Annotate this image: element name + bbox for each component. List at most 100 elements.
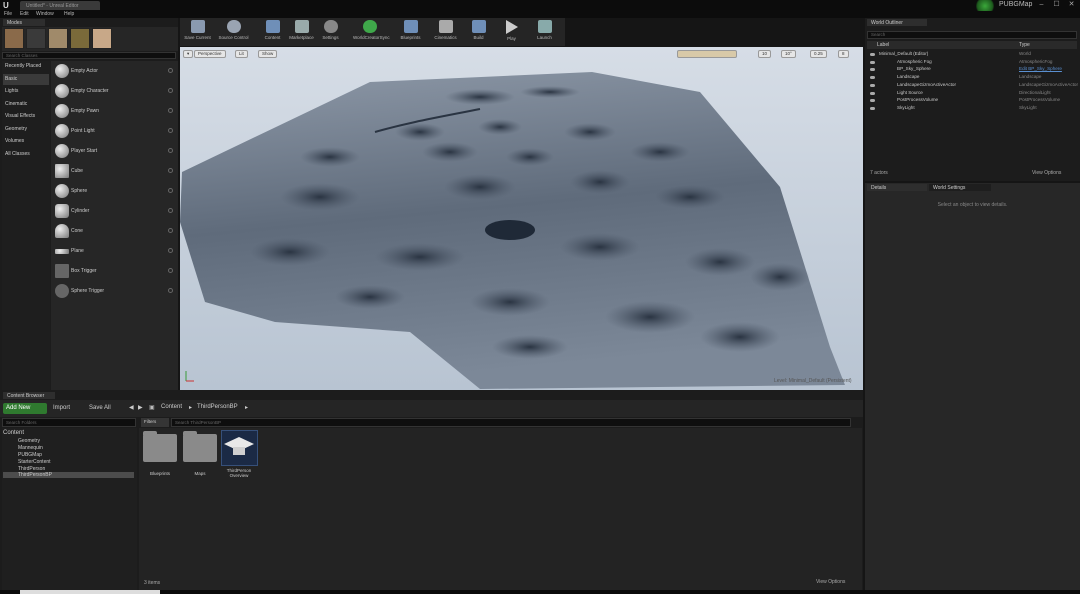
- outliner-row[interactable]: Atmospheric Fog AtmosphericFog: [867, 59, 1077, 67]
- visibility-icon[interactable]: [870, 99, 875, 103]
- maximize-button[interactable]: ☐: [1049, 0, 1064, 10]
- blueprints-button[interactable]: Blueprints: [394, 19, 427, 45]
- info-icon[interactable]: [168, 208, 173, 213]
- place-item[interactable]: Sphere: [52, 182, 176, 200]
- category-recently-placed[interactable]: Recently Placed: [3, 61, 49, 72]
- level-tab[interactable]: Untitled* - Unreal Editor: [20, 1, 100, 10]
- tab-modes[interactable]: Modes: [3, 19, 45, 26]
- place-item[interactable]: Box Trigger: [52, 262, 176, 280]
- category-visual-effects[interactable]: Visual Effects: [3, 111, 49, 122]
- rotation-snap-value[interactable]: 10°: [781, 50, 796, 58]
- info-icon[interactable]: [168, 168, 173, 173]
- add-new-button[interactable]: Add New: [3, 403, 47, 414]
- tree-startercontent[interactable]: StarterContent: [18, 459, 51, 465]
- asset-blueprints[interactable]: Blueprints: [140, 471, 180, 476]
- type-column-header[interactable]: Type: [1019, 42, 1030, 48]
- thirdperson-overview-thumbnail[interactable]: [221, 430, 258, 466]
- outliner-view-options-button[interactable]: View Options: [1032, 170, 1061, 176]
- source-control-button[interactable]: Source Control: [217, 19, 250, 45]
- menu-window[interactable]: Window: [36, 11, 54, 18]
- view-options-button[interactable]: View Options: [816, 579, 845, 585]
- place-item[interactable]: Empty Character: [52, 82, 176, 100]
- outliner-search-input[interactable]: Search: [867, 31, 1077, 39]
- visibility-icon[interactable]: [870, 106, 875, 110]
- visibility-icon[interactable]: [870, 91, 875, 95]
- menu-file[interactable]: File: [4, 11, 12, 18]
- scale-snap-value[interactable]: 0.25: [810, 50, 827, 58]
- breadcrumb-thirdpersonbp[interactable]: ThirdPersonBP: [197, 404, 238, 410]
- launch-button[interactable]: Launch: [528, 19, 561, 45]
- level-viewport[interactable]: ▾ Perspective Lit Show 10 10° 0.25 8 Lev…: [180, 47, 863, 390]
- info-icon[interactable]: [168, 228, 173, 233]
- save-current-button[interactable]: Save Current: [181, 19, 214, 45]
- filters-button[interactable]: Filters: [141, 418, 169, 427]
- outliner-row[interactable]: LandscapeGizmoActiveActor LandscapeGizmoA…: [867, 82, 1078, 90]
- viewport-options-button[interactable]: ▾: [183, 50, 194, 58]
- label-column-header[interactable]: Label: [877, 42, 889, 48]
- category-volumes[interactable]: Volumes: [3, 136, 49, 147]
- import-button[interactable]: Import: [51, 403, 83, 414]
- info-icon[interactable]: [168, 268, 173, 273]
- place-item[interactable]: Cone: [52, 222, 176, 240]
- camera-speed-value[interactable]: 8: [838, 50, 849, 58]
- place-item[interactable]: Cylinder: [52, 202, 176, 220]
- place-item[interactable]: Cube: [52, 162, 176, 180]
- tree-geometry[interactable]: Geometry: [18, 438, 40, 444]
- tab-content-browser[interactable]: Content Browser: [3, 392, 55, 399]
- grid-snap-value[interactable]: 10: [758, 50, 772, 58]
- tab-details[interactable]: Details: [867, 184, 927, 191]
- forward-icon[interactable]: ▶: [138, 404, 143, 411]
- cinematics-button[interactable]: Cinematics: [429, 19, 462, 45]
- tab-world-outliner[interactable]: World Outliner: [867, 19, 927, 26]
- menu-help[interactable]: Help: [64, 11, 74, 18]
- asset-thirdperson-overview[interactable]: ThirdPerson Overview: [219, 468, 259, 478]
- transform-tools[interactable]: [677, 50, 737, 58]
- close-button[interactable]: ✕: [1064, 0, 1079, 10]
- visibility-icon[interactable]: [870, 83, 875, 87]
- place-item[interactable]: Empty Pawn: [52, 102, 176, 120]
- outliner-row[interactable]: Light Source DirectionalLight: [867, 90, 1077, 98]
- info-icon[interactable]: [168, 108, 173, 113]
- info-icon[interactable]: [168, 188, 173, 193]
- category-basic[interactable]: Basic: [3, 74, 49, 85]
- paint-mode-icon[interactable]: [26, 28, 46, 49]
- tab-world-settings[interactable]: World Settings: [929, 184, 991, 191]
- visibility-icon[interactable]: [870, 76, 875, 80]
- geometry-mode-icon[interactable]: [92, 28, 112, 49]
- worldcreatorsync-button[interactable]: WorldCreatorSync: [353, 19, 390, 45]
- play-button[interactable]: Play: [495, 19, 528, 45]
- info-icon[interactable]: [168, 128, 173, 133]
- category-cinematic[interactable]: Cinematic: [3, 99, 49, 110]
- outliner-row[interactable]: PostProcessVolume PostProcessVolume: [867, 97, 1077, 105]
- settings-button[interactable]: Settings: [314, 19, 347, 45]
- tree-pubgmap[interactable]: PUBGMap: [18, 452, 42, 458]
- place-mode-icon[interactable]: [4, 28, 24, 49]
- category-lights[interactable]: Lights: [3, 86, 49, 97]
- minimize-button[interactable]: –: [1034, 0, 1049, 10]
- info-icon[interactable]: [168, 88, 173, 93]
- landscape-mode-icon[interactable]: [48, 28, 68, 49]
- taskbar-search-box[interactable]: [20, 590, 160, 594]
- asset-maps[interactable]: Maps: [180, 471, 220, 476]
- breadcrumb-content[interactable]: Content: [161, 404, 182, 410]
- tree-mannequin[interactable]: Mannequin: [18, 445, 43, 451]
- outliner-row[interactable]: Landscape Landscape: [867, 74, 1077, 82]
- folder-icon[interactable]: [183, 431, 217, 462]
- perspective-button[interactable]: Perspective: [194, 50, 226, 58]
- info-icon[interactable]: [168, 248, 173, 253]
- info-icon[interactable]: [168, 68, 173, 73]
- place-item[interactable]: Plane: [52, 242, 176, 260]
- tree-content[interactable]: Content: [3, 430, 24, 436]
- outliner-row[interactable]: BP_Sky_Sphere Edit BP_Sky_Sphere: [867, 66, 1077, 74]
- place-item[interactable]: Player Start: [52, 142, 176, 160]
- visibility-icon[interactable]: [870, 68, 875, 72]
- place-item[interactable]: Sphere Trigger: [52, 282, 176, 300]
- back-icon[interactable]: ◀: [129, 404, 134, 411]
- lit-button[interactable]: Lit: [235, 50, 248, 58]
- outliner-row[interactable]: Minimal_Default (Editor) World: [867, 51, 1077, 59]
- search-assets-input[interactable]: Search ThirdPersonBP: [171, 418, 851, 427]
- menu-edit[interactable]: Edit: [20, 11, 29, 18]
- show-button[interactable]: Show: [258, 50, 278, 58]
- foliage-mode-icon[interactable]: [70, 28, 90, 49]
- place-item[interactable]: Empty Actor: [52, 62, 176, 80]
